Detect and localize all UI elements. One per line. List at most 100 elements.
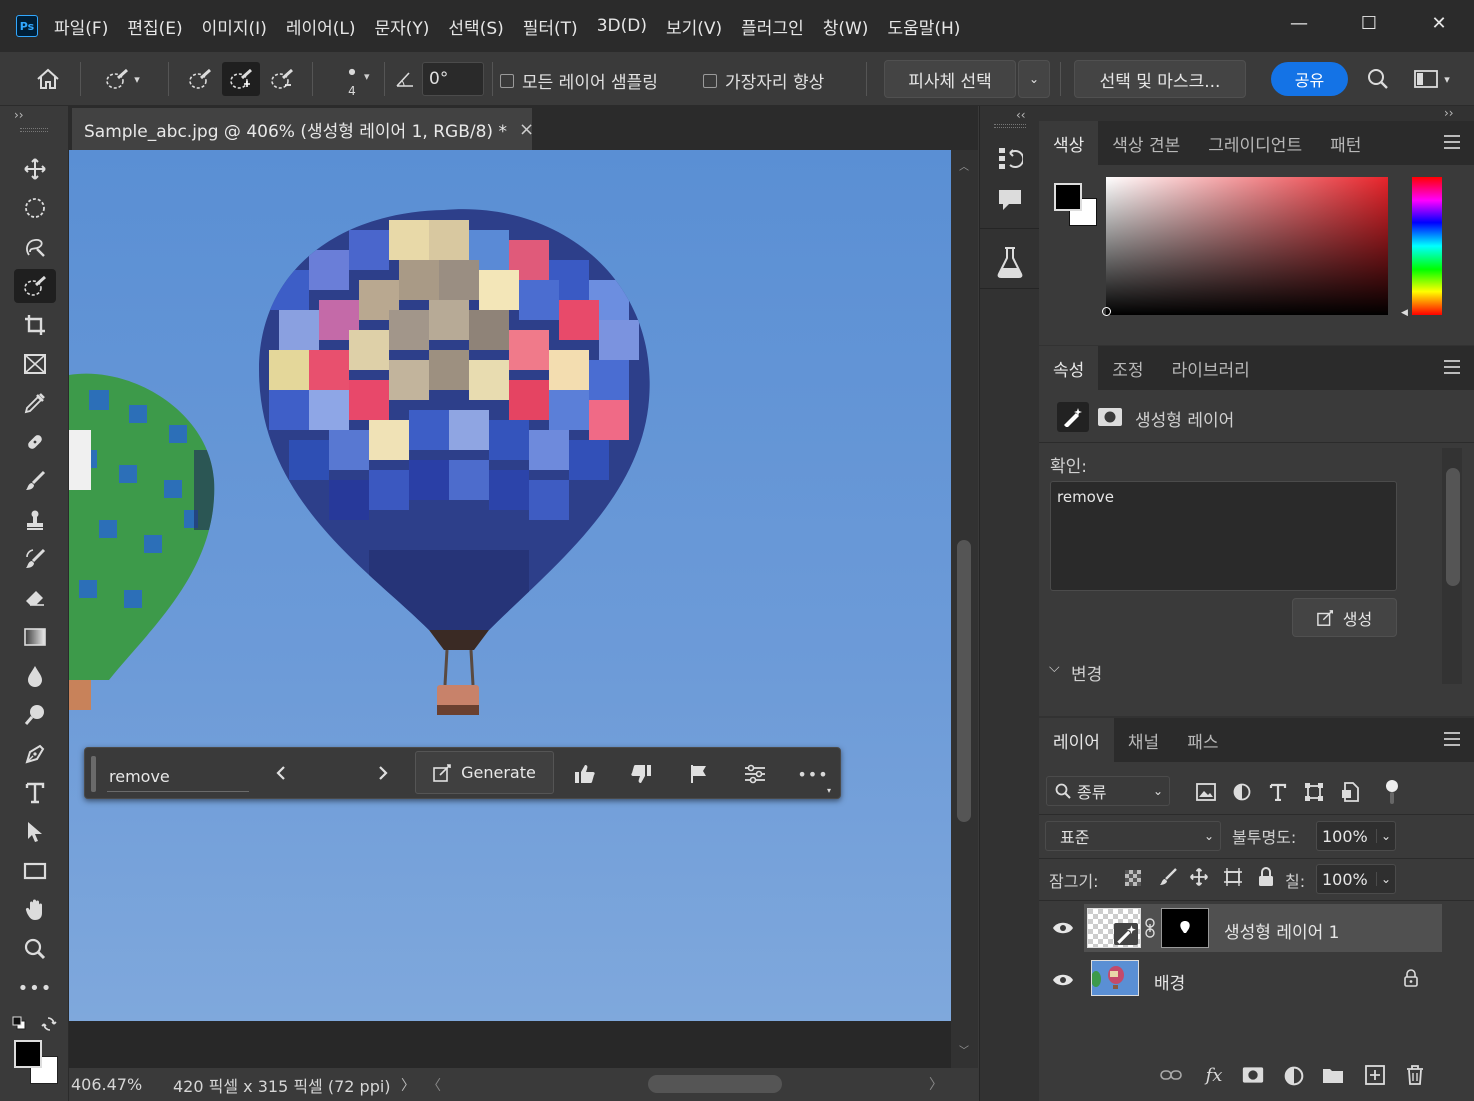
subtract-from-selection-icon[interactable] [266,62,298,96]
share-button[interactable]: 공유 [1271,62,1348,96]
panel-menu-icon[interactable] [1444,135,1460,149]
fill-input[interactable]: 100% ⌄ [1316,864,1396,894]
scroll-left-icon[interactable]: 〈 [427,1075,441,1095]
vertical-scroll-thumb[interactable] [957,540,971,822]
panel-menu-icon[interactable] [1444,732,1460,746]
home-icon[interactable] [30,64,66,94]
opacity-input[interactable]: 100% ⌄ [1316,821,1396,851]
tab-layers[interactable]: 레이어 [1039,718,1114,762]
lock-icon[interactable] [1403,968,1419,988]
select-subject-button[interactable]: 피사체 선택 [884,60,1016,98]
tab-swatches[interactable]: 색상 견본 [1098,121,1194,165]
panel-menu-icon[interactable] [1444,360,1460,374]
search-icon[interactable] [1364,64,1392,94]
document-canvas[interactable] [69,150,951,1021]
properties-scrollbar[interactable] [1442,448,1462,684]
layer-style-fx-icon[interactable]: fx [1201,1062,1227,1088]
filter-shape-layers-icon[interactable] [1302,780,1326,804]
tool-preset-picker[interactable]: ▾ [92,64,152,94]
expand-toolbar-icon[interactable]: ›› [14,108,24,122]
tab-gradients[interactable]: 그레이디언트 [1194,121,1316,165]
new-layer-icon[interactable] [1363,1064,1387,1086]
history-brush-tool-icon[interactable] [14,542,56,576]
sample-all-layers-checkbox[interactable]: 모든 레이어 샘플링 [500,68,658,93]
collapse-panels-icon[interactable]: ›› [1444,106,1454,120]
layer-mask-thumbnail[interactable] [1161,908,1209,948]
opacity-label[interactable]: 불투명도: [1232,824,1296,848]
thumbs-up-icon[interactable] [571,760,599,788]
menu-filter[interactable]: 필터(T) [523,14,578,39]
spot-healing-brush-icon[interactable] [14,425,56,459]
delete-layer-trash-icon[interactable] [1403,1064,1427,1086]
gradient-tool-icon[interactable] [14,620,56,654]
menu-view[interactable]: 보기(V) [666,14,722,39]
dock-grip[interactable] [994,124,1026,128]
menu-3d[interactable]: 3D(D) [597,16,647,36]
tab-adjustments[interactable]: 조정 [1098,346,1157,390]
hand-tool-icon[interactable] [14,893,56,927]
lock-position-icon[interactable] [1188,866,1210,888]
select-and-mask-button[interactable]: 선택 및 마스크... [1074,60,1246,98]
color-field[interactable] [1102,177,1388,316]
add-to-selection-icon[interactable] [222,62,260,96]
new-group-folder-icon[interactable] [1321,1064,1345,1086]
layer-thumbnail[interactable] [1087,908,1141,948]
brush-size-picker[interactable]: ● 4 [324,62,380,102]
menu-type[interactable]: 문자(Y) [374,14,429,39]
enhance-edge-checkbox[interactable]: 가장자리 향상 [703,68,824,93]
maximize-button[interactable]: ☐ [1334,0,1404,46]
menu-edit[interactable]: 편집(E) [127,14,182,39]
chevron-down-icon[interactable]: ⌄ [1375,872,1391,886]
menu-select[interactable]: 선택(S) [448,14,503,39]
minimize-button[interactable]: — [1264,0,1334,46]
properties-generate-button[interactable]: 생성 [1292,598,1397,637]
close-window-button[interactable]: ✕ [1404,0,1474,46]
move-tool-icon[interactable] [14,152,56,186]
variations-label[interactable]: 변경 [1071,660,1102,685]
chevron-down-icon[interactable]: ▾ [364,70,370,83]
default-colors-icon[interactable] [12,1016,26,1030]
thumbs-down-icon[interactable] [627,760,655,788]
more-options-icon[interactable]: ••• [797,760,829,788]
collapse-dock-icon[interactable]: ‹‹ [1016,108,1026,122]
foreground-color-swatch[interactable] [14,1040,42,1068]
pen-tool-icon[interactable] [14,737,56,771]
fill-label[interactable]: 칠: [1285,868,1305,892]
tab-channels[interactable]: 채널 [1114,718,1173,762]
menu-window[interactable]: 창(W) [823,14,869,39]
properties-scroll-thumb[interactable] [1446,468,1460,586]
tab-patterns[interactable]: 패턴 [1316,121,1375,165]
tab-properties[interactable]: 속성 [1039,346,1099,390]
eraser-tool-icon[interactable] [14,581,56,615]
menu-plugins[interactable]: 플러그인 [741,14,804,39]
properties-prompt-textarea[interactable]: remove [1050,481,1397,591]
clone-stamp-tool-icon[interactable] [14,503,56,537]
document-tab[interactable]: Sample_abc.jpg @ 406% (생성형 레이어 1, RGB/8)… [72,108,534,150]
visibility-eye-icon[interactable] [1051,918,1075,938]
tech-preview-flask-icon[interactable] [994,244,1026,280]
layer-thumbnail[interactable] [1091,960,1139,996]
chevron-down-icon[interactable]: ▾ [827,786,831,795]
path-selection-tool-icon[interactable] [14,815,56,849]
select-subject-dropdown[interactable]: ⌄ [1018,60,1050,98]
comments-icon[interactable] [994,184,1026,216]
filter-pixel-layers-icon[interactable] [1194,780,1218,804]
chevron-left-icon[interactable] [269,760,293,786]
crop-tool-icon[interactable] [14,308,56,342]
menu-file[interactable]: 파일(F) [54,14,108,39]
workspace-switcher[interactable]: ▾ [1404,64,1460,94]
new-selection-icon[interactable] [184,62,216,96]
scroll-up-icon[interactable]: ︿ [959,158,969,173]
layer-name[interactable]: 배경 [1154,969,1185,994]
filter-toggle-icon[interactable] [1380,776,1404,808]
drag-handle[interactable] [91,756,96,792]
prompt-input[interactable]: remove [107,762,249,792]
hue-slider[interactable] [1412,177,1442,315]
horizontal-scroll-thumb[interactable] [648,1075,782,1093]
zoom-tool-icon[interactable] [14,932,56,966]
history-icon[interactable] [994,142,1026,174]
type-tool-icon[interactable] [14,776,56,810]
close-tab-icon[interactable]: × [519,119,534,140]
zoom-level[interactable]: 406.47% [69,1075,143,1094]
rectangle-tool-icon[interactable] [14,854,56,888]
